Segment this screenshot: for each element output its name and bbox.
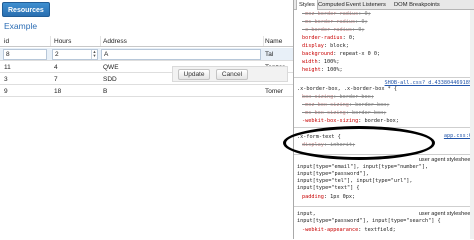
column-header-name[interactable]: Name bbox=[265, 36, 293, 46]
stylesheet-source-link[interactable]: SHOB-all.css?_d.433804469189 bbox=[385, 80, 472, 87]
css-declaration[interactable]: height: 100%; bbox=[297, 67, 343, 74]
css-selector[interactable]: input, bbox=[297, 211, 316, 218]
page-title: Example bbox=[4, 21, 38, 31]
grid-header: id Hours Address Name bbox=[0, 36, 293, 47]
css-declaration[interactable]: box-sizing: border-box; bbox=[297, 94, 374, 101]
devtools-scrollbar[interactable] bbox=[470, 10, 474, 239]
css-selector[interactable]: input[type="tel"], input[type="url"], bbox=[297, 178, 413, 185]
table-row-editing[interactable]: 8 2 ▲ ▼ A Tal bbox=[0, 48, 293, 61]
id-editor-field[interactable]: 8 bbox=[3, 49, 47, 60]
resources-button[interactable]: Resources bbox=[2, 2, 50, 17]
hours-editor-stepper[interactable]: 2 ▲ ▼ bbox=[52, 49, 98, 60]
css-declaration[interactable]: -moz-border-radius: 0; bbox=[297, 11, 371, 18]
hours-spinner[interactable]: ▲ ▼ bbox=[91, 50, 97, 59]
css-selector[interactable]: .x-border-box, .x-border-box * { bbox=[297, 86, 397, 93]
id-cell: 9 bbox=[4, 88, 8, 95]
hours-cell: 4 bbox=[54, 64, 58, 71]
id-cell: 3 bbox=[4, 76, 8, 83]
css-rule-block: input, user agent stylesheet input[type=… bbox=[294, 207, 474, 239]
css-declaration[interactable]: -ms-border-radius: 0; bbox=[297, 19, 368, 26]
user-agent-stylesheet-label: user agent stylesheet bbox=[418, 157, 472, 163]
css-declaration[interactable]: -webkit-appearance: textfield; bbox=[297, 227, 396, 234]
name-cell: Tal bbox=[265, 51, 274, 58]
cancel-button[interactable]: Cancel bbox=[216, 69, 248, 80]
hours-cell: 18 bbox=[54, 88, 62, 95]
css-declaration[interactable]: -moz-box-sizing: border-box; bbox=[297, 102, 389, 109]
column-header-hours[interactable]: Hours bbox=[54, 36, 98, 46]
css-selector[interactable]: input[type="password"], bbox=[297, 171, 369, 178]
column-divider[interactable] bbox=[263, 36, 264, 46]
css-declaration[interactable]: -webkit-box-sizing: border-box; bbox=[297, 118, 399, 125]
css-declaration[interactable]: display: inherit; bbox=[297, 142, 355, 149]
address-cell: B bbox=[103, 88, 108, 95]
spin-down-icon[interactable]: ▼ bbox=[92, 54, 97, 58]
id-cell: 11 bbox=[4, 64, 11, 71]
css-selector[interactable]: input[type="text"] { bbox=[297, 185, 359, 192]
css-rule-block: SHOB-all.css?_d.433804469189 .x-border-b… bbox=[294, 78, 474, 128]
tab-styles[interactable]: Styles bbox=[296, 0, 318, 10]
table-row[interactable]: 9 18 B Tomer bbox=[0, 86, 293, 97]
column-header-address[interactable]: Address bbox=[103, 36, 263, 46]
css-declaration[interactable]: width: 100%; bbox=[297, 59, 340, 66]
css-selector[interactable]: .x-form-text { bbox=[297, 134, 341, 141]
tab-computed[interactable]: Computed bbox=[316, 0, 347, 10]
css-rule-block: app.css:6 .x-form-text { display: inheri… bbox=[294, 128, 474, 155]
css-selector[interactable]: input[type="email"], input[type="number"… bbox=[297, 164, 428, 171]
devtools-styles-pane: Styles Computed Event Listeners DOM Brea… bbox=[293, 0, 474, 239]
column-divider[interactable] bbox=[100, 36, 101, 46]
css-declaration[interactable]: border-radius: 0; bbox=[297, 35, 355, 42]
css-declaration[interactable]: -ms-box-sizing: border-box; bbox=[297, 110, 386, 117]
stylesheet-source-link[interactable]: app.css:6 bbox=[444, 133, 472, 140]
tab-event-listeners[interactable]: Event Listeners bbox=[344, 0, 388, 10]
css-declaration[interactable]: display: block; bbox=[297, 43, 349, 50]
css-declaration[interactable]: background: repeat-x 0 0; bbox=[297, 51, 380, 58]
css-rule-block: -moz-border-radius: 0; -ms-border-radius… bbox=[294, 10, 474, 78]
tab-dom-breakpoints[interactable]: DOM Breakpoints bbox=[392, 0, 442, 10]
css-declaration[interactable]: padding: 1px 0px; bbox=[297, 194, 355, 201]
app-pane: Resources Example id Hours Address Name … bbox=[0, 0, 293, 239]
address-editor-field[interactable]: A bbox=[101, 49, 261, 60]
hours-cell: 7 bbox=[54, 76, 58, 83]
column-header-id[interactable]: id bbox=[4, 36, 48, 46]
user-agent-stylesheet-label: user agent stylesheet bbox=[418, 211, 472, 217]
css-declaration[interactable]: -o-border-radius: 0; bbox=[297, 27, 364, 34]
css-selector[interactable]: input[type="password"], input[type="sear… bbox=[297, 218, 441, 225]
name-cell: Tomer bbox=[265, 88, 284, 95]
update-button[interactable]: Update bbox=[178, 69, 210, 80]
css-rule-block: user agent stylesheet input[type="email"… bbox=[294, 155, 474, 207]
devtools-tab-bar: Styles Computed Event Listeners DOM Brea… bbox=[294, 0, 474, 10]
hours-editor-value: 2 bbox=[55, 51, 59, 58]
row-editor-buttons: Update Cancel bbox=[172, 66, 288, 82]
column-divider[interactable] bbox=[50, 36, 51, 46]
